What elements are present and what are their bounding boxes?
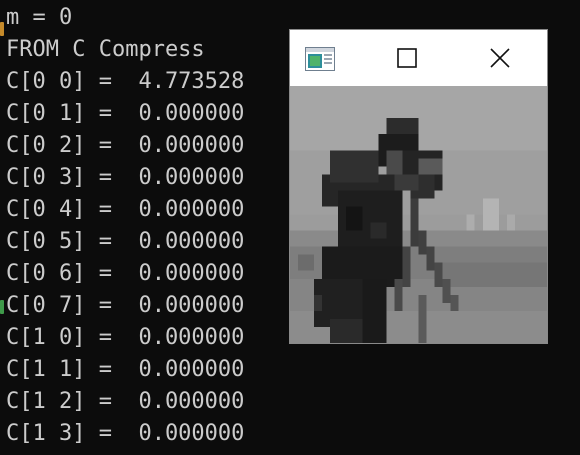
console-line: C[0 4] = 0.000000: [6, 197, 245, 222]
maximize-icon: [397, 48, 417, 68]
console-line: m = 0: [6, 5, 73, 30]
console-line: C[0 7] = 0.000000: [6, 293, 245, 318]
close-icon: [490, 48, 510, 68]
console-line: C[1 1] = 0.000000: [6, 357, 245, 382]
console-line: C[1 0] = 0.000000: [6, 325, 245, 350]
window-titlebar[interactable]: [290, 30, 547, 86]
console-line: FROM C Compress: [6, 37, 205, 62]
console-line: C[1 2] = 0.000000: [6, 389, 245, 414]
console-line: C[0 0] = 4.773528: [6, 69, 245, 94]
console-line: C[0 5] = 0.000000: [6, 229, 245, 254]
close-button[interactable]: [478, 40, 522, 76]
pixelated-cameraman-image: [290, 86, 547, 343]
console-line: C[0 3] = 0.000000: [6, 165, 245, 190]
console-line: C[0 2] = 0.000000: [6, 133, 245, 158]
edge-marker-green: [0, 300, 4, 314]
edge-marker-orange: [0, 22, 4, 36]
image-canvas: [290, 86, 547, 343]
console-line: C[1 3] = 0.000000: [6, 421, 245, 446]
app-window-icon: [305, 47, 335, 71]
console-line: C[0 6] = 0.000000: [6, 261, 245, 286]
console-line: C[0 1] = 0.000000: [6, 101, 245, 126]
maximize-button[interactable]: [385, 40, 429, 76]
image-window[interactable]: [289, 29, 548, 344]
